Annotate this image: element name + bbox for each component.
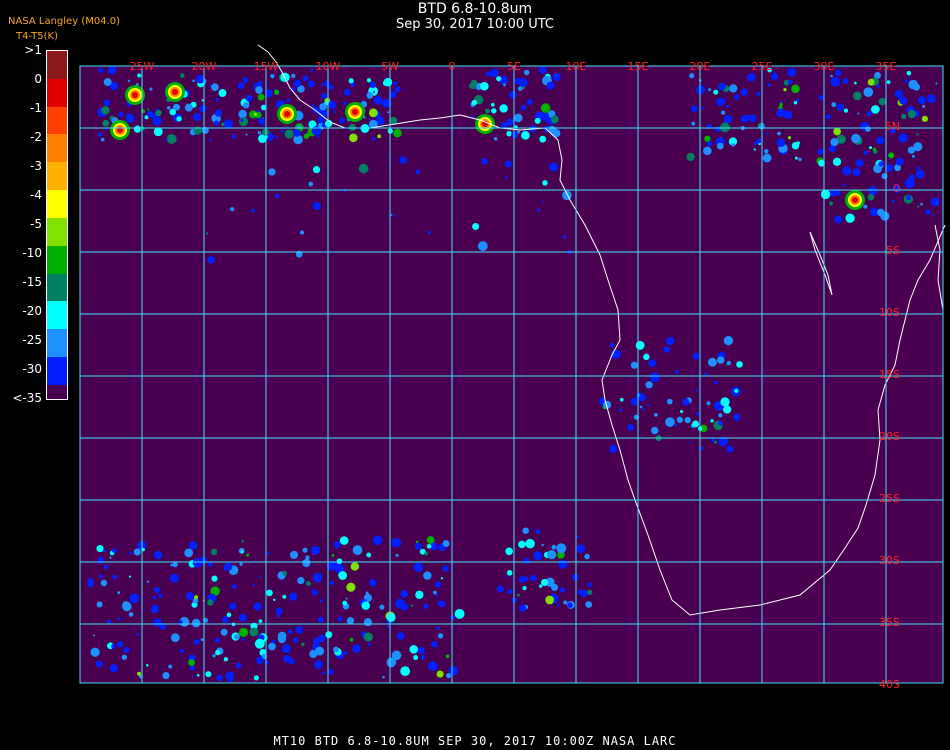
lat-label: 5N — [885, 120, 900, 133]
lon-label: 35E — [876, 60, 897, 73]
lon-label: 20W — [192, 60, 217, 73]
lat-label: 5S — [886, 244, 900, 257]
footer-caption: MT10 BTD 6.8-10.8UM SEP 30, 2017 10:00Z … — [273, 734, 677, 748]
lon-label: 25E — [752, 60, 773, 73]
lat-label: 30S — [879, 554, 900, 567]
lat-label: 25S — [879, 492, 900, 505]
lon-label: 10W — [316, 60, 341, 73]
lat-label: 15S — [879, 368, 900, 381]
lon-label: 10E — [566, 60, 587, 73]
lat-label: 20S — [879, 430, 900, 443]
lon-label: 30E — [814, 60, 835, 73]
lat-label: 10S — [879, 306, 900, 319]
lon-label: 15E — [628, 60, 649, 73]
lon-label: 5W — [381, 60, 399, 73]
lon-label: 25W — [130, 60, 155, 73]
lon-label: 15W — [254, 60, 279, 73]
lon-label: 5E — [507, 60, 521, 73]
lat-label: 0 — [893, 182, 900, 195]
lon-label: 20E — [690, 60, 711, 73]
lon-label: 0 — [449, 60, 456, 73]
lat-label: 40S — [879, 678, 900, 691]
satellite-map: 25W 20W 15W 10W 5W 0 5E 10E 15E 20E 25E 30E 35E 5N 0 5S… — [79, 44, 946, 691]
lat-label: 35S — [879, 616, 900, 629]
